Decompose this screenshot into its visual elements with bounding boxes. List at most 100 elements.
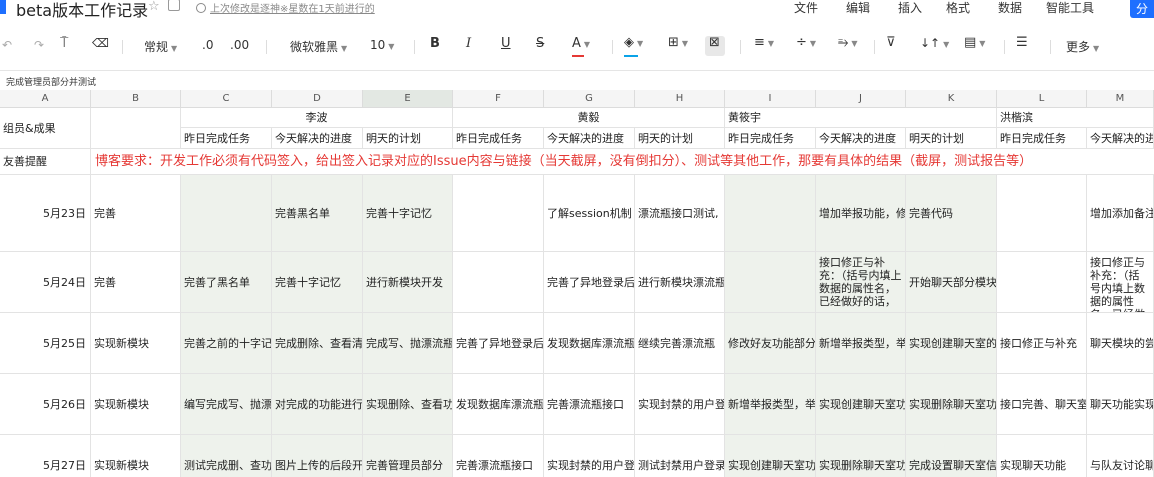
table-cell[interactable]: 图片上传的后段开 [272,435,363,477]
table-cell[interactable]: 完善十字记忆 [272,252,363,313]
menu-edit[interactable]: 编辑 [846,0,870,16]
column-header-m[interactable]: M [1087,90,1154,108]
table-cell[interactable]: 修改好友功能部分 [725,313,816,374]
column-header-d[interactable]: D [272,90,363,108]
bold-button[interactable]: B [430,36,440,51]
table-cell[interactable]: 实现封禁的用户登 [544,435,635,477]
table-cell[interactable]: 新增举报类型，举 [816,313,906,374]
wrap-text-button[interactable]: ⥱ ▼ [838,35,858,50]
table-cell[interactable]: 对完成的功能进行 [272,374,363,435]
table-cell[interactable]: 完善管理员部分 [363,435,453,477]
sort-button[interactable]: ↓↑ ▼ [920,36,949,50]
column-header-j[interactable]: J [816,90,906,108]
table-cell[interactable]: 聊天功能实现 [1087,374,1154,435]
column-header-h[interactable]: H [635,90,725,108]
column-header-a[interactable]: A [0,90,91,108]
decrease-decimal-button[interactable]: .0 [202,38,213,52]
subheader-cell[interactable]: 明天的计划 [906,128,997,149]
subheader-cell[interactable]: 明天的计划 [635,128,725,149]
subheader-cell[interactable]: 今天解决的进度 [816,128,906,149]
date-cell[interactable]: 5月24日 [0,252,91,313]
table-cell[interactable]: 完善代码 [906,175,997,252]
table-cell[interactable]: 接口修正与补充：（括号内填上数据的属性名，已经做好的话， [816,252,906,313]
table-cell[interactable]: 增加添加备注 [1087,175,1154,252]
table-cell[interactable]: 接口完善、聊天室 [997,374,1087,435]
table-cell[interactable]: 完善漂流瓶接口 [453,435,544,477]
table-cell[interactable]: 完善漂流瓶接口 [544,374,635,435]
fill-color-button[interactable]: ◈ ▼ [624,35,643,50]
table-cell[interactable] [453,175,544,252]
table-cell[interactable]: 完善之前的十字记 [181,313,272,374]
number-format-select[interactable]: 常规 ▼ [144,38,177,55]
table-cell[interactable]: 实现新模块 [91,435,181,477]
vertical-align-button[interactable]: ÷ ▼ [796,35,816,50]
table-cell[interactable]: 完成删除、查看清 [272,313,363,374]
format-painter-icon[interactable]: ⍑ [60,35,68,51]
table-cell[interactable]: 新增举报类型，举 [725,374,816,435]
table-cell[interactable]: 完善 [91,252,181,313]
table-cell[interactable]: 了解session机制 [544,175,635,252]
table-cell[interactable]: 完善了异地登录后 [453,313,544,374]
table-cell[interactable]: 发现数据库漂流瓶 [544,313,635,374]
borders-button[interactable]: ⊞ ▼ [668,35,688,50]
reminder-label[interactable]: 友善提醒 [0,149,91,175]
subheader-cell[interactable]: 昨日完成任务 [181,128,272,149]
table-cell[interactable]: 完成写、抛漂流瓶 [363,313,453,374]
table-cell[interactable] [181,175,272,252]
person-name[interactable]: 黄毅 [453,108,725,128]
filter-icon[interactable]: ⊽ [886,35,896,50]
table-cell[interactable]: 进行新模块漂流瓶 [635,252,725,313]
subheader-cell[interactable]: 今天解决的进度 [544,128,635,149]
table-cell[interactable]: 实现新模块 [91,313,181,374]
menu-file[interactable]: 文件 [794,0,818,16]
table-cell[interactable]: 实现删除聊天室功 [906,374,997,435]
column-header-i[interactable]: I [725,90,816,108]
table-cell[interactable]: 完成设置聊天室信 [906,435,997,477]
table-cell[interactable]: 完善黑名单 [272,175,363,252]
subheader-cell[interactable]: 昨日完成任务 [453,128,544,149]
font-color-button[interactable]: A ▼ [572,36,590,51]
date-cell[interactable]: 5月25日 [0,313,91,374]
subheader-cell[interactable]: 今天解决的进 [1087,128,1154,149]
table-cell[interactable]: 实现删除聊天室功 [816,435,906,477]
more-button[interactable]: 更多 ▼ [1066,38,1099,55]
person-name[interactable]: 黄筱宇 [725,108,997,128]
share-icon[interactable] [168,0,180,11]
subheader-cell[interactable]: 昨日完成任务 [725,128,816,149]
table-cell[interactable]: 与队友讨论聊 [1087,435,1154,477]
table-cell[interactable]: 测试封禁用户登录 [635,435,725,477]
table-cell[interactable]: 进行新模块开发 [363,252,453,313]
column-header-c[interactable]: C [181,90,272,108]
strikethrough-button[interactable]: S [536,36,544,51]
last-edit-link[interactable]: 上次修改是逐神※星数在1天前进行的 [196,0,375,15]
column-header-e[interactable]: E [363,90,453,108]
table-cell[interactable]: 实现创建聊天室功 [725,435,816,477]
table-cell[interactable]: 发现数据库漂流瓶 [453,374,544,435]
star-icon[interactable]: ☆ [148,0,160,14]
table-cell[interactable] [997,175,1087,252]
table-cell[interactable]: 完善 [91,175,181,252]
formula-bar[interactable]: 完成管理员部分并测试 [0,70,1154,88]
table-cell[interactable]: 实现新模块 [91,374,181,435]
reminder-text[interactable]: 博客要求：开发工作必须有代码签入，给出签入记录对应的Issue内容与链接（当天截… [91,149,1154,175]
person-name[interactable]: 洪楷滨 [997,108,1154,128]
table-cell[interactable]: 实现封禁的用户登 [635,374,725,435]
date-cell[interactable]: 5月26日 [0,374,91,435]
table-cell[interactable]: 增加举报功能，修 [816,175,906,252]
chart-button[interactable]: ▤ ▼ [964,35,985,50]
table-cell[interactable] [453,252,544,313]
menu-smart-tools[interactable]: 智能工具 [1046,0,1094,16]
column-header-g[interactable]: G [544,90,635,108]
table-cell[interactable]: 漂流瓶接口测试, [635,175,725,252]
table-cell[interactable]: 接口修正与补充：（括号内填上数据的属性名，已经做好的话 [1087,252,1154,313]
table-cell[interactable] [725,175,816,252]
person-name[interactable]: 李波 [181,108,453,128]
table-cell[interactable]: 实现创建聊天室的 [906,313,997,374]
table-cell[interactable]: 聊天模块的尝 [1087,313,1154,374]
underline-button[interactable]: U [501,36,511,51]
date-cell[interactable]: 5月23日 [0,175,91,252]
increase-decimal-button[interactable]: .00 [230,38,249,52]
table-cell[interactable] [997,252,1087,313]
table-cell[interactable]: 完善十字记忆 [363,175,453,252]
font-size-select[interactable]: 10 ▼ [370,38,394,52]
